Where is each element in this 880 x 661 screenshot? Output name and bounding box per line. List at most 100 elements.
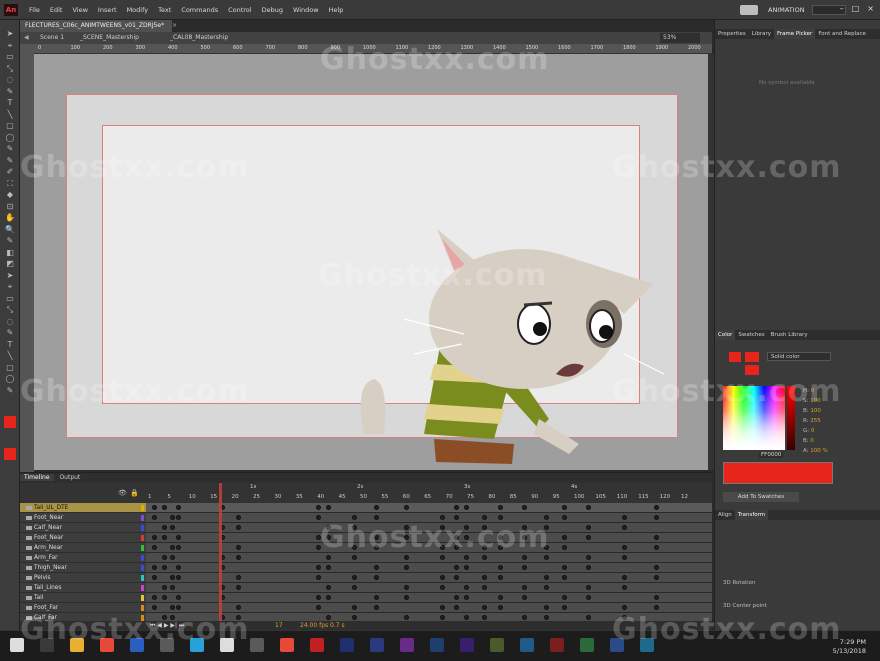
keyframe[interactable] [464,535,469,540]
tool-icon[interactable]: ⤡ [4,63,16,75]
keyframe[interactable] [170,545,175,550]
taskbar-app-icon[interactable] [100,638,114,652]
keyframe[interactable] [654,545,659,550]
keyframe[interactable] [544,545,549,550]
layer-color-icon[interactable] [141,575,144,581]
keyframe[interactable] [654,535,659,540]
keyframe[interactable] [316,575,321,580]
keyframe[interactable] [482,605,487,610]
tool-icon[interactable]: ⛶ [4,178,16,190]
keyframe[interactable] [162,505,167,510]
panel-tab[interactable]: Swatches [735,330,767,340]
keyframe[interactable] [482,545,487,550]
keyframe[interactable] [562,605,567,610]
keyframe[interactable] [236,615,241,620]
zoom-field[interactable]: 53% [660,33,700,43]
tool-icon[interactable]: ✎ [4,86,16,98]
keyframe[interactable] [586,615,591,620]
frame-row[interactable] [146,593,712,603]
keyframe[interactable] [176,515,181,520]
keyframe[interactable] [454,575,459,580]
layer-color-icon[interactable] [141,515,144,521]
keyframe[interactable] [152,515,157,520]
tool-icon[interactable]: T [4,339,16,351]
menu-item[interactable]: Edit [45,6,68,14]
keyframe[interactable] [544,575,549,580]
keyframe[interactable] [586,585,591,590]
taskbar-app-icon[interactable] [490,638,504,652]
keyframe[interactable] [544,605,549,610]
keyframe[interactable] [440,585,445,590]
timeline-layer[interactable]: Arm_Far [20,553,146,563]
keyframe[interactable] [236,525,241,530]
close-tab-icon[interactable]: × [172,22,177,29]
keyframe[interactable] [454,515,459,520]
frame-row[interactable] [146,603,712,613]
frame-row[interactable] [146,543,712,553]
tool-icon[interactable]: T [4,97,16,109]
keyframe[interactable] [654,565,659,570]
keyframe[interactable] [482,515,487,520]
keyframe[interactable] [586,525,591,530]
keyframe[interactable] [404,555,409,560]
layer-color-icon[interactable] [141,555,144,561]
color-swatch-icon[interactable] [4,416,16,428]
add-to-swatches-button[interactable]: Add To Swatches [723,492,799,502]
frame-row[interactable] [146,553,712,563]
tool-icon[interactable]: ⌖ [4,40,16,52]
tool-icon[interactable]: ▢ [4,362,16,374]
keyframe[interactable] [464,565,469,570]
keyframe[interactable] [352,525,357,530]
layer-color-icon[interactable] [141,595,144,601]
taskbar-app-icon[interactable] [640,638,654,652]
color-swatch-icon[interactable] [4,448,16,460]
hex-field[interactable]: FF0000 [759,452,784,458]
keyframe[interactable] [464,555,469,560]
layer-color-icon[interactable] [141,585,144,591]
keyframe[interactable] [374,545,379,550]
keyframe[interactable] [326,615,331,620]
timeline-layer[interactable]: Foot_Far [20,603,146,613]
keyframe[interactable] [352,555,357,560]
keyframe[interactable] [316,595,321,600]
fill-color-swatch-2[interactable] [745,365,759,375]
tool-icon[interactable]: ◆ [4,189,16,201]
layer-color-icon[interactable] [141,565,144,571]
taskbar-app-icon[interactable] [550,638,564,652]
tool-icon[interactable]: ╲ [4,350,16,362]
frame-row[interactable] [146,573,712,583]
timeline-layer[interactable]: Pelvis [20,573,146,583]
keyframe[interactable] [176,605,181,610]
tool-icon[interactable]: ✎ [4,155,16,167]
menu-item[interactable]: Insert [93,6,122,14]
keyframe[interactable] [176,565,181,570]
keyframe[interactable] [374,565,379,570]
tab-timeline[interactable]: Timeline [20,474,54,481]
keyframe[interactable] [352,515,357,520]
tool-icon[interactable]: ◯ [4,373,16,385]
keyframe[interactable] [562,505,567,510]
keyframe[interactable] [544,515,549,520]
keyframe[interactable] [236,575,241,580]
panel-tab[interactable]: Align [715,510,735,520]
keyframe[interactable] [498,505,503,510]
keyframe[interactable] [170,605,175,610]
timeline-layer[interactable]: Foot_Near [20,533,146,543]
cat-character[interactable] [344,204,674,470]
keyframe[interactable] [352,615,357,620]
keyframe[interactable] [326,585,331,590]
timeline-layer[interactable]: Calf_Near [20,523,146,533]
keyframe[interactable] [498,605,503,610]
workspace-switcher-icon[interactable] [740,5,758,15]
keyframe[interactable] [454,545,459,550]
keyframe[interactable] [404,535,409,540]
menu-item[interactable]: Debug [257,6,288,14]
tool-icon[interactable]: ◌ [4,316,16,328]
timeline-layer[interactable]: Foot_Near [20,513,146,523]
menu-item[interactable]: Modify [122,6,154,14]
frame-ruler[interactable]: 1s 2s 3s 4s 1 5 10 15 20 25 30 35 40 45 50 55 60 65 70 75 80… [146,483,712,503]
menu-item[interactable]: View [67,6,92,14]
taskbar-app-icon[interactable] [220,638,234,652]
stage[interactable] [34,54,708,470]
menu-item[interactable]: Help [324,6,349,14]
